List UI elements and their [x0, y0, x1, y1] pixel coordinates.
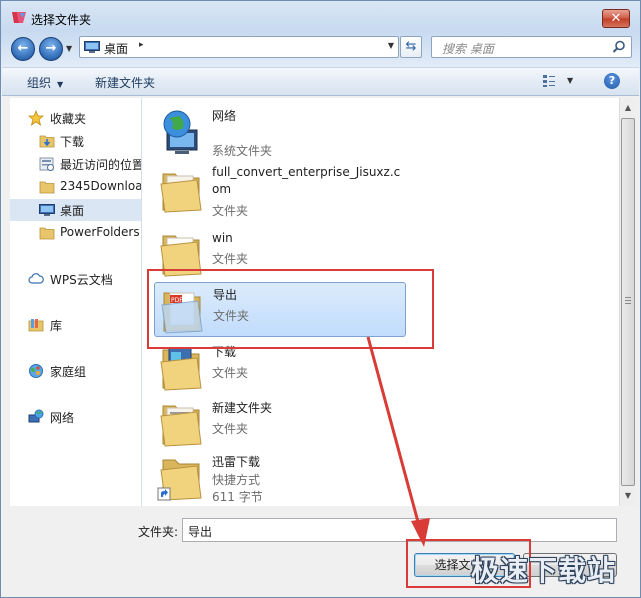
download-folder-icon [39, 135, 55, 148]
command-toolbar: 组织 ▼ 新建文件夹 ▼ ? [2, 67, 639, 96]
watermark: 极速下载站 [471, 554, 617, 587]
search-input[interactable]: 搜索 桌面 [431, 36, 632, 58]
file-item-network[interactable]: 网络 系统文件夹 [154, 104, 406, 159]
thumb-grip [625, 300, 631, 301]
nav-item-label: PowerFolders [60, 225, 140, 239]
file-name: 迅雷下载 [212, 455, 261, 469]
file-type: 文件夹 [212, 252, 249, 266]
search-icon[interactable] [612, 40, 626, 54]
address-location[interactable]: 桌面 [104, 40, 128, 57]
new-folder-button[interactable]: 新建文件夹 [95, 74, 155, 91]
organize-label: 组织 [27, 76, 52, 90]
close-button[interactable]: ✕ [602, 9, 630, 28]
thumb-grip [625, 297, 631, 298]
scrollbar-thumb[interactable] [621, 118, 635, 486]
folder-icon [160, 173, 202, 213]
nav-network-label: 网络 [50, 411, 75, 425]
help-icon[interactable]: ? [604, 73, 620, 89]
thumb-grip [625, 303, 631, 304]
file-type: 文件夹 [213, 309, 250, 323]
file-name: 新建文件夹 [212, 401, 273, 415]
recent-places-icon [39, 157, 54, 171]
refresh-button[interactable]: ⇆ [400, 36, 422, 58]
nav-item-download[interactable]: 下载 [10, 130, 141, 152]
title-bar: 选择文件夹 ✕ [1, 1, 640, 35]
vertical-scrollbar[interactable]: ▲ ▼ [619, 98, 636, 506]
cloud-icon [28, 273, 44, 284]
file-item-export[interactable]: PDF 导出 文件夹 [154, 282, 406, 337]
nav-favorites-label: 收藏夹 [50, 112, 87, 126]
scroll-down-icon[interactable]: ▼ [620, 488, 636, 504]
file-type: 系统文件夹 [212, 144, 273, 158]
recent-pages-dropdown[interactable]: ▼ [66, 44, 72, 53]
nav-homegroup-label: 家庭组 [50, 365, 87, 379]
nav-network[interactable]: 网络 [10, 406, 141, 428]
file-type: 文件夹 [212, 366, 249, 380]
organize-menu[interactable]: 组织 ▼ [27, 74, 63, 91]
file-item-win[interactable]: win 文件夹 [154, 226, 406, 281]
folder-field-label: 文件夹: [138, 525, 179, 539]
folder-icon [160, 235, 202, 277]
scroll-up-icon[interactable]: ▲ [620, 100, 636, 116]
folder-icon [39, 181, 55, 194]
nav-library[interactable]: 库 [10, 314, 141, 336]
nav-item-powerfolders[interactable]: PowerFolders [10, 222, 141, 244]
address-bar[interactable]: 桌面 ▸ ▼ [79, 36, 399, 58]
network-globe-icon [163, 110, 198, 154]
nav-library-label: 库 [50, 319, 63, 333]
folder-icon [39, 227, 55, 240]
chevron-down-icon: ▼ [57, 80, 64, 89]
file-size: 611 字节 [212, 490, 263, 504]
file-list: 网络 系统文件夹 full_convert_enterprise_Jisuxz.… [142, 98, 619, 506]
nav-item-label: 最近访问的位置 [60, 158, 141, 172]
nav-item-label: 2345Downloads [60, 179, 141, 193]
nav-wps-cloud[interactable]: WPS云文档 [10, 268, 141, 290]
nav-item-2345downloads[interactable]: 2345Downloads [10, 176, 141, 198]
folder-name-field[interactable]: 导出 [182, 518, 617, 542]
window-title: 选择文件夹 [31, 13, 92, 27]
file-item-new-folder[interactable]: 新建文件夹 文件夹 [154, 396, 406, 451]
nav-favorites[interactable]: 收藏夹 [10, 107, 141, 129]
desktop-icon [84, 41, 100, 53]
download-folder-icon [160, 347, 202, 391]
nav-wps-cloud-label: WPS云文档 [50, 273, 113, 287]
file-name: full_convert_enterprise_Jisuxz.com [212, 165, 401, 196]
select-folder-dialog: 选择文件夹 ✕ ← → ▼ 桌面 ▸ ▼ ⇆ 搜索 桌面 组织 ▼ 新建文件夹 [0, 0, 641, 598]
file-item-xunlei-download[interactable]: 迅雷下载 快捷方式 611 字节 [154, 450, 406, 506]
nav-item-recent-places[interactable]: 最近访问的位置 [10, 153, 141, 175]
file-type: 文件夹 [212, 422, 249, 436]
file-name: 下载 [212, 345, 237, 359]
breadcrumb-chevron-icon[interactable]: ▸ [139, 40, 144, 50]
view-dropdown-icon[interactable]: ▼ [567, 76, 573, 85]
search-placeholder: 搜索 桌面 [442, 42, 494, 56]
address-dropdown-icon[interactable]: ▼ [388, 41, 394, 50]
file-item-download[interactable]: 下载 文件夹 [154, 340, 406, 395]
nav-item-label: 下载 [60, 135, 85, 149]
folder-icon [160, 405, 202, 447]
file-item-full-convert[interactable]: full_convert_enterprise_Jisuxz.com 文件夹 [154, 160, 406, 220]
network-icon [28, 409, 44, 423]
file-name: win [212, 231, 233, 245]
nav-item-desktop[interactable]: 桌面 [10, 199, 141, 221]
file-name: 网络 [212, 109, 237, 123]
desktop-icon [39, 204, 55, 216]
navigation-pane: 收藏夹 下载 最近访问的位置 2345Downloads [10, 98, 141, 506]
file-type: 快捷方式 [212, 473, 261, 487]
back-button[interactable]: ← [11, 37, 35, 61]
view-options-icon[interactable] [542, 74, 556, 88]
app-icon [12, 12, 26, 23]
file-type: 文件夹 [212, 204, 249, 218]
pdf-folder-icon: PDF [161, 292, 203, 334]
star-icon [28, 110, 44, 126]
shortcut-folder-icon [157, 459, 202, 501]
forward-button[interactable]: → [39, 37, 63, 61]
nav-item-label: 桌面 [60, 204, 85, 218]
nav-homegroup[interactable]: 家庭组 [10, 360, 141, 382]
homegroup-icon [29, 364, 43, 378]
library-icon [28, 319, 44, 332]
file-name: 导出 [213, 288, 238, 302]
